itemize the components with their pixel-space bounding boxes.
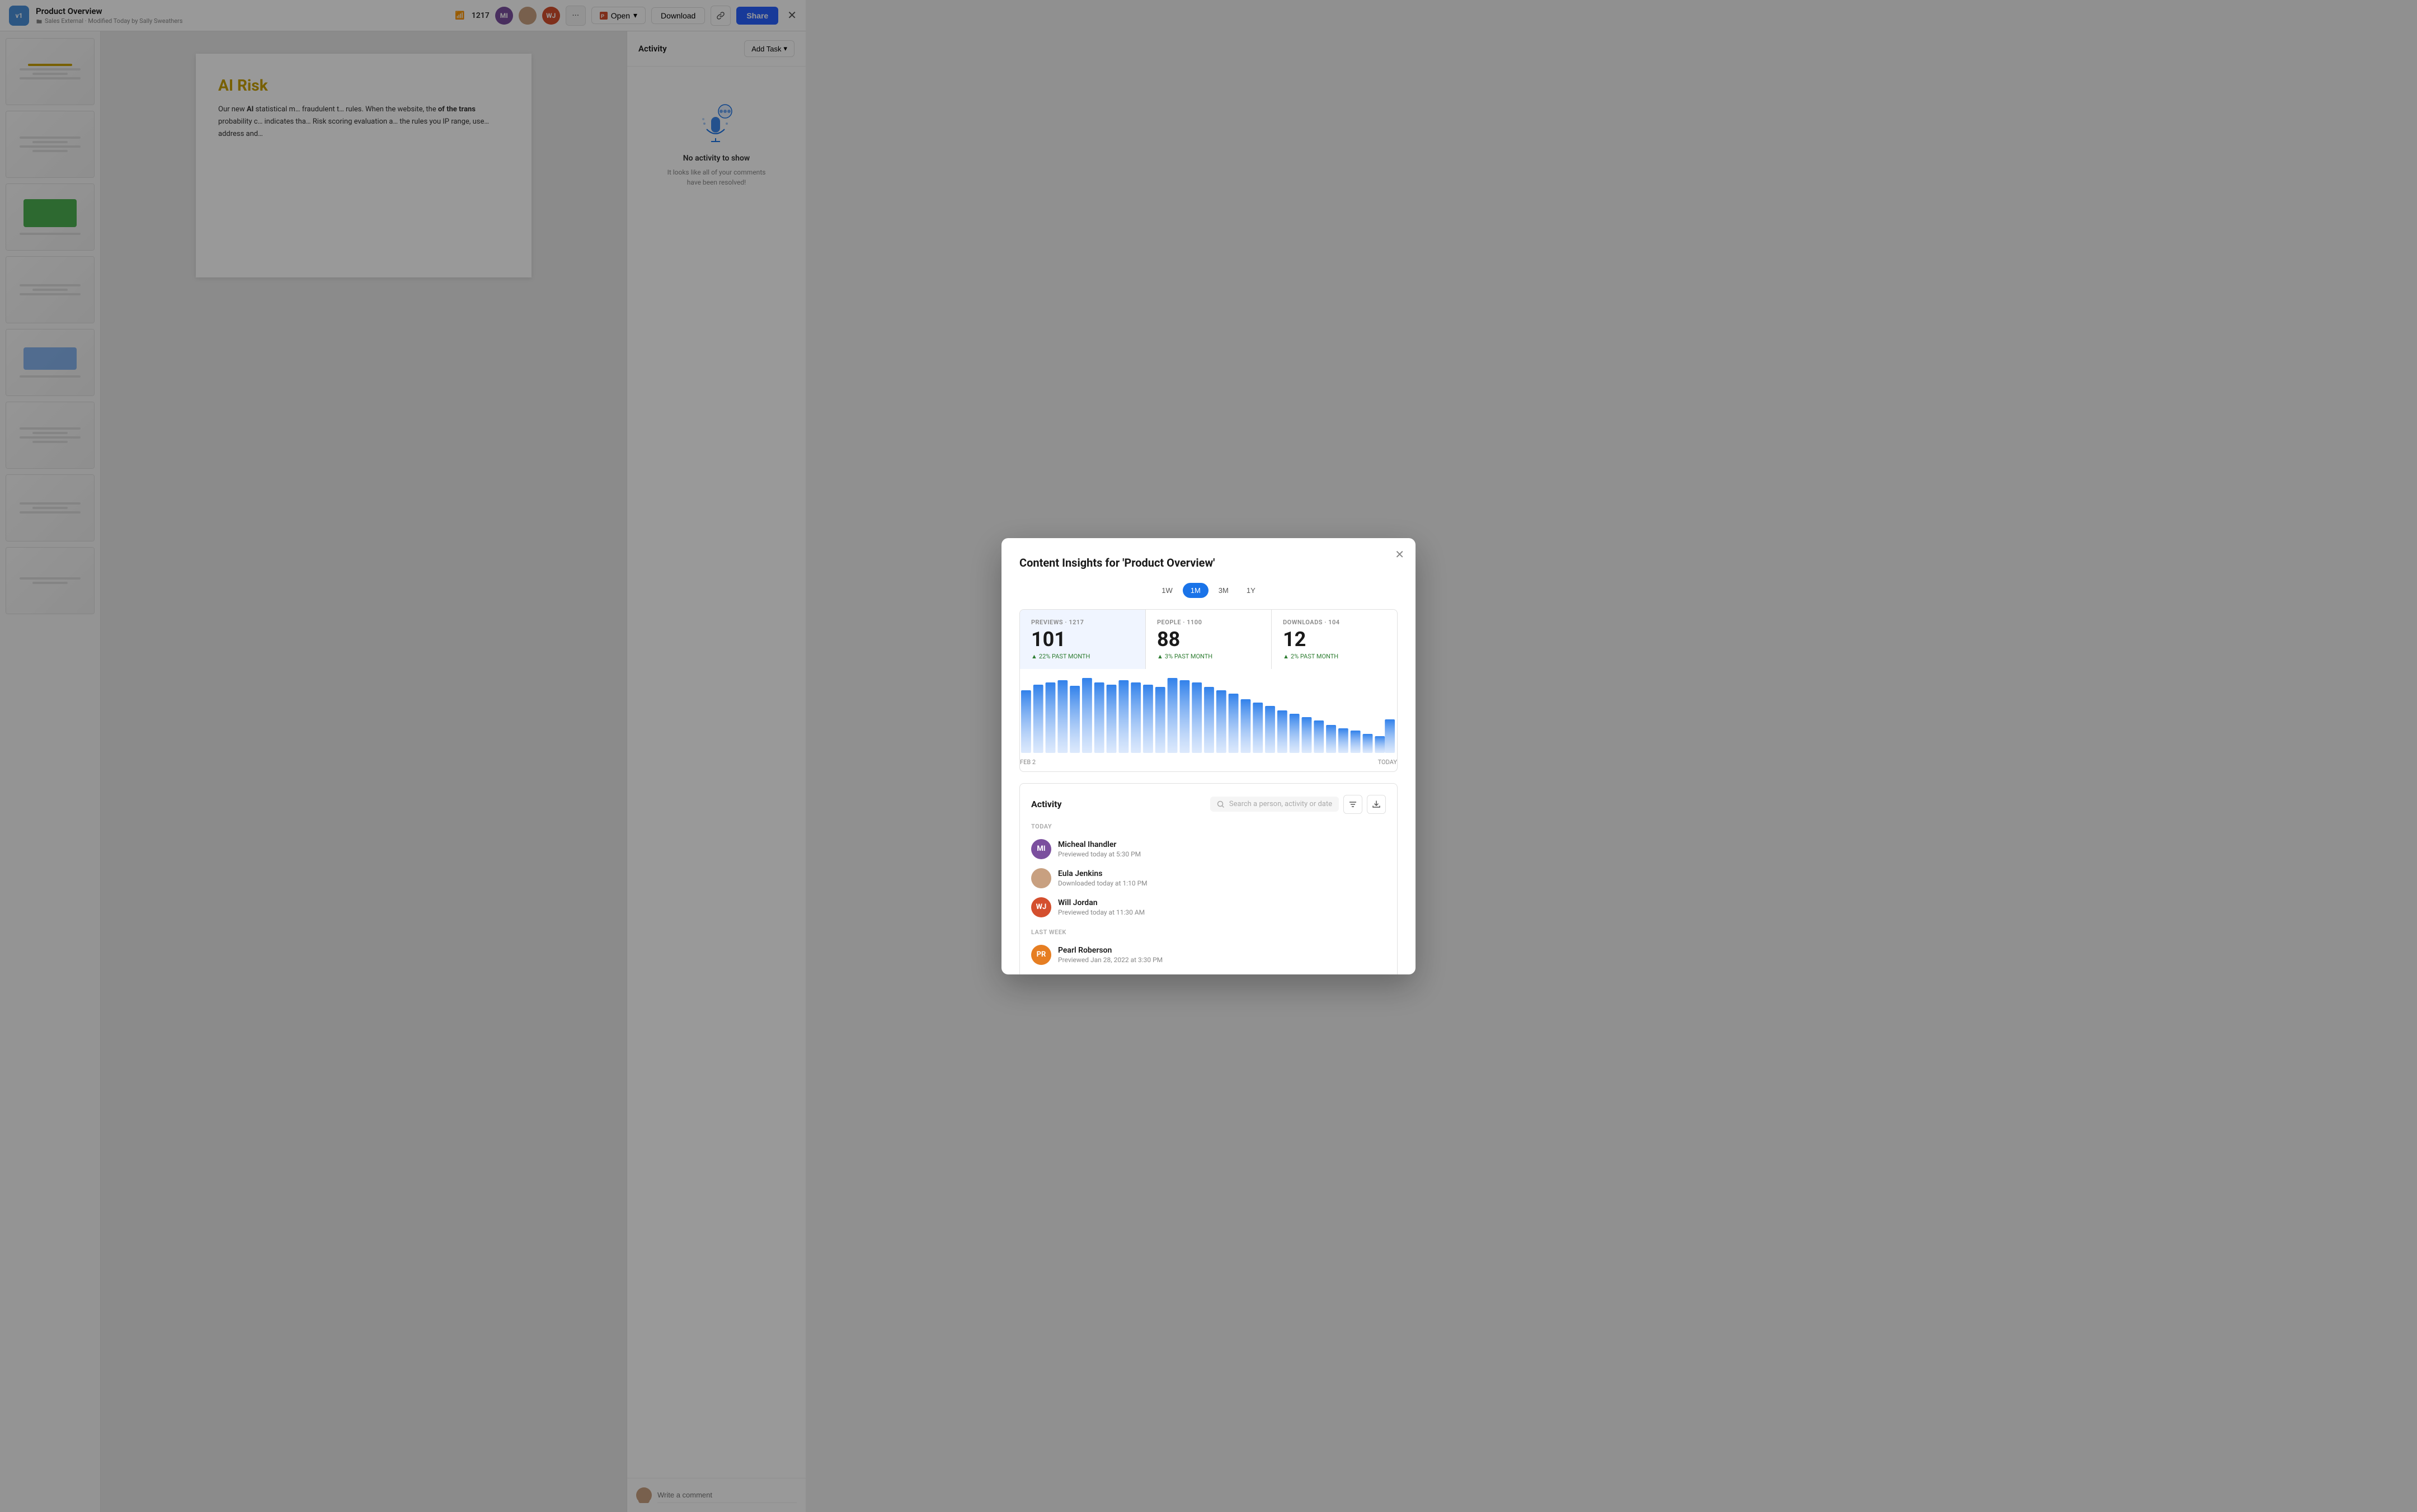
filter-icon: [1349, 800, 1357, 808]
pearl-desc: Previewed Jan 28, 2022 at 3:30 PM: [1058, 956, 1386, 964]
eula-name: Eula Jenkins: [1058, 869, 1386, 878]
eula-text: Eula Jenkins Downloaded today at 1:10 PM: [1058, 869, 1386, 887]
activity-item-will: WJ Will Jordan Previewed today at 11:30 …: [1031, 893, 1386, 922]
micheal-text: Micheal Ihandler Previewed today at 5:30…: [1058, 840, 1386, 858]
activity-tools: Search a person, activity or date: [1210, 795, 1386, 814]
avatar-pearl: PR: [1031, 945, 1051, 965]
tab-3m[interactable]: 3M: [1211, 583, 1236, 598]
micheal-desc: Previewed today at 5:30 PM: [1058, 850, 1386, 858]
content-insights-modal: ✕ Content Insights for 'Product Overview…: [1001, 538, 1416, 974]
activity-item-micheal: MI Micheal Ihandler Previewed today at 5…: [1031, 835, 1386, 864]
search-bar[interactable]: Search a person, activity or date: [1210, 797, 1339, 812]
modal-overlay: ✕ Content Insights for 'Product Overview…: [0, 0, 2417, 1512]
search-placeholder: Search a person, activity or date: [1229, 800, 1332, 808]
filter-button[interactable]: [1343, 795, 1362, 814]
chart-container: FEB 2 TODAY: [1020, 669, 1397, 771]
download-icon: [1372, 800, 1380, 808]
will-desc: Previewed today at 11:30 AM: [1058, 908, 1386, 916]
will-name: Will Jordan: [1058, 898, 1386, 907]
modal-close-button[interactable]: ✕: [1395, 549, 1404, 560]
stat-people: PEOPLE · 1100 88 ▲ 3% PAST MONTH: [1146, 610, 1272, 669]
stat-people-change: ▲ 3% PAST MONTH: [1157, 653, 1260, 660]
today-section-label: TODAY: [1031, 823, 1386, 830]
time-tabs: 1W 1M 3M 1Y: [1019, 583, 1398, 598]
chart-start-label: FEB 2: [1020, 759, 1036, 766]
stat-downloads: DOWNLOADS · 104 12 ▲ 2% PAST MONTH: [1272, 610, 1397, 669]
stat-downloads-label: DOWNLOADS · 104: [1283, 619, 1386, 626]
arrow-up-icon-3: ▲: [1283, 653, 1289, 660]
stats-section: PREVIEWS · 1217 101 ▲ 22% PAST MONTH PEO…: [1019, 609, 1398, 772]
export-button[interactable]: [1367, 795, 1386, 814]
stat-people-value: 88: [1157, 629, 1260, 649]
micheal-name: Micheal Ihandler: [1058, 840, 1386, 849]
chart-end-label: TODAY: [1378, 759, 1397, 766]
avatar-will: WJ: [1031, 897, 1051, 917]
modal-activity-title: Activity: [1031, 799, 1062, 809]
avatar-eula: [1031, 868, 1051, 888]
arrow-up-icon: ▲: [1031, 653, 1037, 660]
activity-item-pearl: PR Pearl Roberson Previewed Jan 28, 2022…: [1031, 940, 1386, 969]
chart-labels: FEB 2 TODAY: [1020, 759, 1397, 766]
stat-previews-value: 101: [1031, 629, 1134, 649]
tab-1m[interactable]: 1M: [1183, 583, 1208, 598]
avatar-micheal: MI: [1031, 839, 1051, 859]
tab-1w[interactable]: 1W: [1154, 583, 1181, 598]
search-icon: [1217, 800, 1225, 808]
lastweek-section-label: LAST WEEK: [1031, 929, 1386, 936]
arrow-up-icon-2: ▲: [1157, 653, 1163, 660]
pearl-text: Pearl Roberson Previewed Jan 28, 2022 at…: [1058, 946, 1386, 964]
eula-desc: Downloaded today at 1:10 PM: [1058, 879, 1386, 887]
tab-1y[interactable]: 1Y: [1239, 583, 1263, 598]
stat-downloads-change: ▲ 2% PAST MONTH: [1283, 653, 1386, 660]
stats-row: PREVIEWS · 1217 101 ▲ 22% PAST MONTH PEO…: [1020, 610, 1397, 669]
stat-downloads-value: 12: [1283, 629, 1386, 649]
pearl-name: Pearl Roberson: [1058, 946, 1386, 955]
activity-item-eula: Eula Jenkins Downloaded today at 1:10 PM: [1031, 864, 1386, 893]
will-text: Will Jordan Previewed today at 11:30 AM: [1058, 898, 1386, 916]
stat-people-label: PEOPLE · 1100: [1157, 619, 1260, 626]
stat-previews-label: PREVIEWS · 1217: [1031, 619, 1134, 626]
modal-title: Content Insights for 'Product Overview': [1019, 556, 1398, 569]
bar-chart: [1020, 675, 1397, 753]
modal-activity-section: Activity Search a person, activity or da…: [1019, 783, 1398, 974]
stat-previews: PREVIEWS · 1217 101 ▲ 22% PAST MONTH: [1020, 610, 1146, 669]
modal-activity-header: Activity Search a person, activity or da…: [1031, 795, 1386, 814]
stat-previews-change: ▲ 22% PAST MONTH: [1031, 653, 1134, 660]
